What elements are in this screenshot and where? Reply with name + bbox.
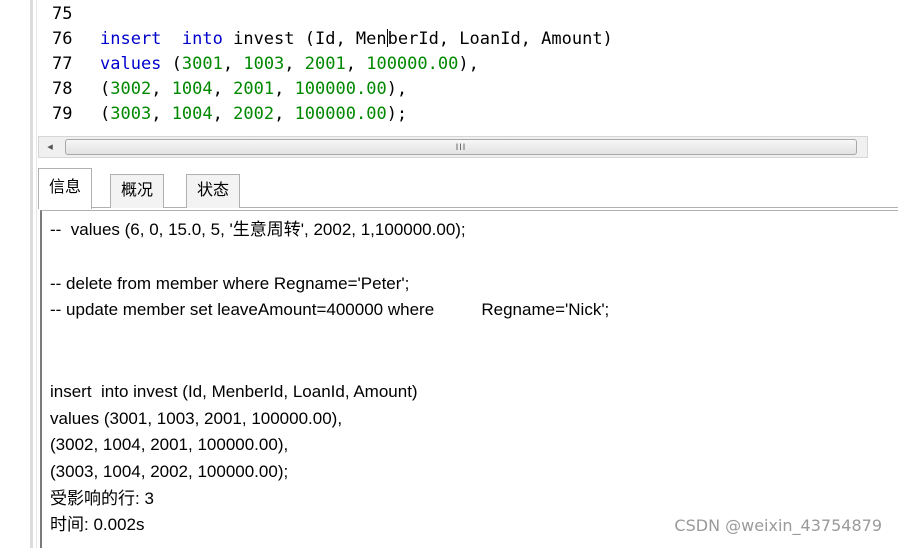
tab-overview[interactable]: 概况 [110,174,165,208]
sql-keyword: insert [100,29,162,49]
code-line[interactable]: 75 [38,2,100,27]
output-line: -- update member set leaveAmount=400000 … [50,300,610,319]
sql-text: ); [386,104,408,124]
sql-number: 2001 [233,79,275,99]
message-output-panel[interactable]: -- values (6, 0, 15.0, 5, '生意周转', 2002, … [40,210,898,548]
sql-text: , [222,54,244,74]
sql-text: , [151,104,172,124]
line-number: 77 [52,54,73,74]
output-line: (3002, 1004, 2001, 100000.00), [50,435,289,454]
line-number: 75 [52,4,73,24]
sql-text: invest (Id, Men [222,29,387,49]
tab-info[interactable]: 信息 [38,168,93,209]
sql-number: 100000.00 [294,79,387,99]
scroll-left-arrow-icon[interactable]: ◂ [43,139,57,155]
tab-status[interactable]: 状态 [186,174,241,208]
sql-number: 100000.00 [366,54,459,74]
output-line: -- delete from member where Regname='Pet… [50,274,410,293]
sql-client-window: 75 76 insert into invest (Id, MenberId, Lo… [0,0,898,548]
sql-text: berId, LoanId, Amount) [387,29,613,49]
sql-number: 1004 [171,79,213,99]
sql-keyword: into [181,29,223,49]
output-line: (3003, 1004, 2002, 100000.00); [50,462,289,481]
line-number: 76 [52,29,73,49]
sql-text: ), [458,54,479,74]
output-line: insert into invest (Id, MenberId, LoanId… [50,382,418,401]
sql-text: , [274,79,295,99]
left-border-inner [36,0,37,548]
sql-editor[interactable]: 75 76 insert into invest (Id, MenberId, Lo… [38,0,898,132]
scroll-thumb[interactable]: III [65,139,857,155]
horizontal-scrollbar[interactable]: ◂ III [38,136,868,158]
scroll-grip-icon: III [455,142,467,152]
sql-number: 100000.00 [294,104,387,124]
sql-number: 1003 [243,54,285,74]
sql-text: , [284,54,305,74]
sql-text: , [212,104,234,124]
left-border [30,0,33,548]
output-line: 时间: 0.002s [50,515,145,534]
code-line[interactable]: 78 (3002, 1004, 2001, 100000.00), [38,77,407,102]
sql-number: 1004 [171,104,213,124]
sql-number: 3002 [110,79,152,99]
sql-number: 2002 [233,104,275,124]
code-line[interactable]: 79 (3003, 1004, 2002, 100000.00); [38,102,407,127]
line-number: 78 [52,79,73,99]
sql-keyword: values [100,54,162,74]
result-tabbar: 信息 概况 状态 [38,168,898,209]
sql-text: , [151,79,172,99]
sql-number: 3001 [181,54,223,74]
sql-text: ( [100,104,111,124]
watermark-text: CSDN @weixin_43754879 [674,516,882,535]
code-line[interactable]: 77 values (3001, 1003, 2001, 100000.00), [38,52,479,77]
output-line: -- values (6, 0, 15.0, 5, '生意周转', 2002, … [50,220,466,239]
code-line[interactable]: 76 insert into invest (Id, MenberId, Loan… [38,27,613,52]
sql-text: ), [386,79,408,99]
sql-text: ( [100,79,111,99]
sql-text: ( [161,54,182,74]
sql-text: , [274,104,295,124]
line-number: 79 [52,104,73,124]
sql-number: 2001 [304,54,346,74]
sql-number: 3003 [110,104,152,124]
output-line: 受影响的行: 3 [50,489,154,508]
sql-text: , [345,54,367,74]
sql-text: , [212,79,234,99]
output-line: values (3001, 1003, 2001, 100000.00), [50,409,343,428]
